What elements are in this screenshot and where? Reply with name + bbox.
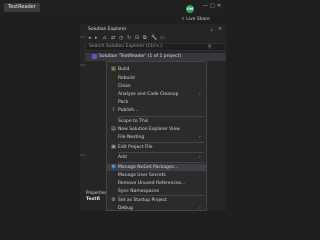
app-title[interactable]: TextReader <box>4 3 40 12</box>
menu-item-icon-slot <box>111 173 116 178</box>
menu-item-publish[interactable]: ⇪ Publish... <box>107 107 206 114</box>
collapse-all-icon[interactable]: ⊟ <box>135 34 139 42</box>
menu-item-file-nesting[interactable]: File Nesting › <box>107 134 206 141</box>
menu-item-manage-nuget-packages[interactable]: ⬢ Manage NuGet Packages... <box>107 164 206 171</box>
menu-item-build[interactable]: ▦ Build <box>107 66 206 73</box>
menu-item-icon-slot <box>111 100 116 105</box>
avatar[interactable]: OM <box>186 5 194 13</box>
menu-item-icon-slot <box>111 76 116 81</box>
menu-item-label: Debug <box>118 206 133 211</box>
nuget-icon: ⬢ <box>111 164 116 170</box>
menu-item-label: New Solution Explorer View <box>118 127 180 132</box>
refresh-icon[interactable]: ↻ <box>127 34 131 42</box>
build-icon: ▦ <box>111 66 116 72</box>
menu-item-icon-slot <box>111 155 116 160</box>
maximize-button[interactable]: □ <box>210 3 215 9</box>
close-icon[interactable]: ✕ <box>218 27 222 32</box>
publish-icon: ⇪ <box>111 107 116 113</box>
properties-icon[interactable]: 🔧 <box>151 34 157 42</box>
menu-item-label: Sync Namespaces <box>118 189 160 194</box>
live-share-label: Live Share <box>186 17 210 22</box>
show-all-files-icon[interactable]: ⧉ <box>143 34 147 42</box>
chevron-right-icon: › <box>199 92 201 97</box>
menu-item-debug[interactable]: Debug › <box>107 205 206 212</box>
forward-icon[interactable]: ▸ <box>95 34 98 42</box>
solution-icon <box>92 54 97 59</box>
menu-separator <box>118 152 204 153</box>
menu-item-icon-slot <box>111 119 116 124</box>
menu-item-pack[interactable]: Pack <box>107 99 206 106</box>
menu-item-label: Clean <box>118 84 131 89</box>
menu-item-set-as-startup-project[interactable]: ⚙ Set as Startup Project <box>107 197 206 204</box>
menu-item-sync-namespaces[interactable]: Sync Namespaces <box>107 188 206 195</box>
menu-item-scope-to-this[interactable]: Scope to This <box>107 118 206 125</box>
preview-icon[interactable]: ▭ <box>160 34 165 42</box>
minimize-button[interactable]: — <box>203 3 208 9</box>
solution-explorer-title: Solution Explorer <box>88 27 127 32</box>
properties-label: Properties <box>86 190 107 195</box>
context-menu: ▦ Build Rebuild Clean Analyze and Code Clean… <box>106 61 207 211</box>
properties-title: TextR <box>86 197 101 202</box>
back-icon[interactable]: ◂ <box>88 34 91 42</box>
menu-item-icon-slot <box>111 189 116 194</box>
new-view-icon: ▤ <box>111 126 116 132</box>
close-button[interactable]: ✕ <box>217 3 221 9</box>
menu-item-label: File Nesting <box>118 135 145 140</box>
chevron-right-icon: › <box>199 206 201 211</box>
menu-item-label: Analyze and Code Cleanup <box>118 92 179 97</box>
solution-label: Solution 'TextReader' (1 of 1 project) <box>99 54 182 59</box>
menu-item-icon-slot <box>111 135 116 140</box>
menu-item-label: Build <box>118 67 130 72</box>
search-icon[interactable]: ⚲ <box>208 44 212 50</box>
menu-item-label: Publish... <box>118 108 139 113</box>
chevron-right-icon: › <box>199 155 201 160</box>
menu-item-manage-user-secrets[interactable]: Manage User Secrets <box>107 172 206 179</box>
menu-item-label: Manage User Secrets <box>118 173 166 178</box>
menu-item-label: Rebuild <box>118 76 135 81</box>
menu-item-label: Scope to This <box>118 119 149 124</box>
menu-item-analyze-and-code-cleanup[interactable]: Analyze and Code Cleanup › <box>107 91 206 98</box>
menu-item-label: Edit Project File <box>118 145 153 150</box>
menu-item-new-solution-explorer-view[interactable]: ▤ New Solution Explorer View <box>107 126 206 133</box>
menu-item-label: Add <box>118 155 127 160</box>
gear-icon: ⚙ <box>111 197 116 203</box>
live-share-button[interactable]: ⇧ Live Share <box>178 16 213 24</box>
edit-icon: ▣ <box>111 144 116 150</box>
menu-separator <box>118 116 204 117</box>
menu-item-edit-project-file[interactable]: ▣ Edit Project File <box>107 144 206 151</box>
menu-separator <box>118 142 204 143</box>
menu-item-icon-slot <box>111 92 116 97</box>
menu-item-label: Set as Startup Project <box>118 198 167 203</box>
home-icon[interactable]: ⌂ <box>103 34 106 42</box>
solution-explorer-toolbar: ◂ ▸ ⌂ ⇄ ◷ ↻ ⊟ ⧉ 🔧 ▭ <box>85 34 226 42</box>
menu-item-label: Remove Unused References... <box>118 181 186 186</box>
menu-item-icon-slot <box>111 206 116 211</box>
search-placeholder: Search Solution Explorer (Ctrl+;) <box>89 44 163 49</box>
chevron-right-icon: › <box>199 135 201 140</box>
menu-item-label: Pack <box>118 100 129 105</box>
pin-icon[interactable]: ⊥ <box>210 27 213 32</box>
editor-area[interactable] <box>0 24 85 211</box>
menu-item-label: Manage NuGet Packages... <box>118 165 179 170</box>
menu-separator <box>118 162 204 163</box>
menu-item-rebuild[interactable]: Rebuild <box>107 75 206 82</box>
sync-icon[interactable]: ⇄ <box>111 34 115 42</box>
menu-item-remove-unused-references[interactable]: Remove Unused References... <box>107 180 206 187</box>
menu-item-add[interactable]: Add › <box>107 154 206 161</box>
window-controls: — □ ✕ <box>203 3 224 9</box>
menu-separator <box>118 195 204 196</box>
menu-item-clean[interactable]: Clean <box>107 83 206 90</box>
menu-item-icon-slot <box>111 84 116 89</box>
menu-item-icon-slot <box>111 181 116 186</box>
pending-changes-icon[interactable]: ◷ <box>119 34 123 42</box>
